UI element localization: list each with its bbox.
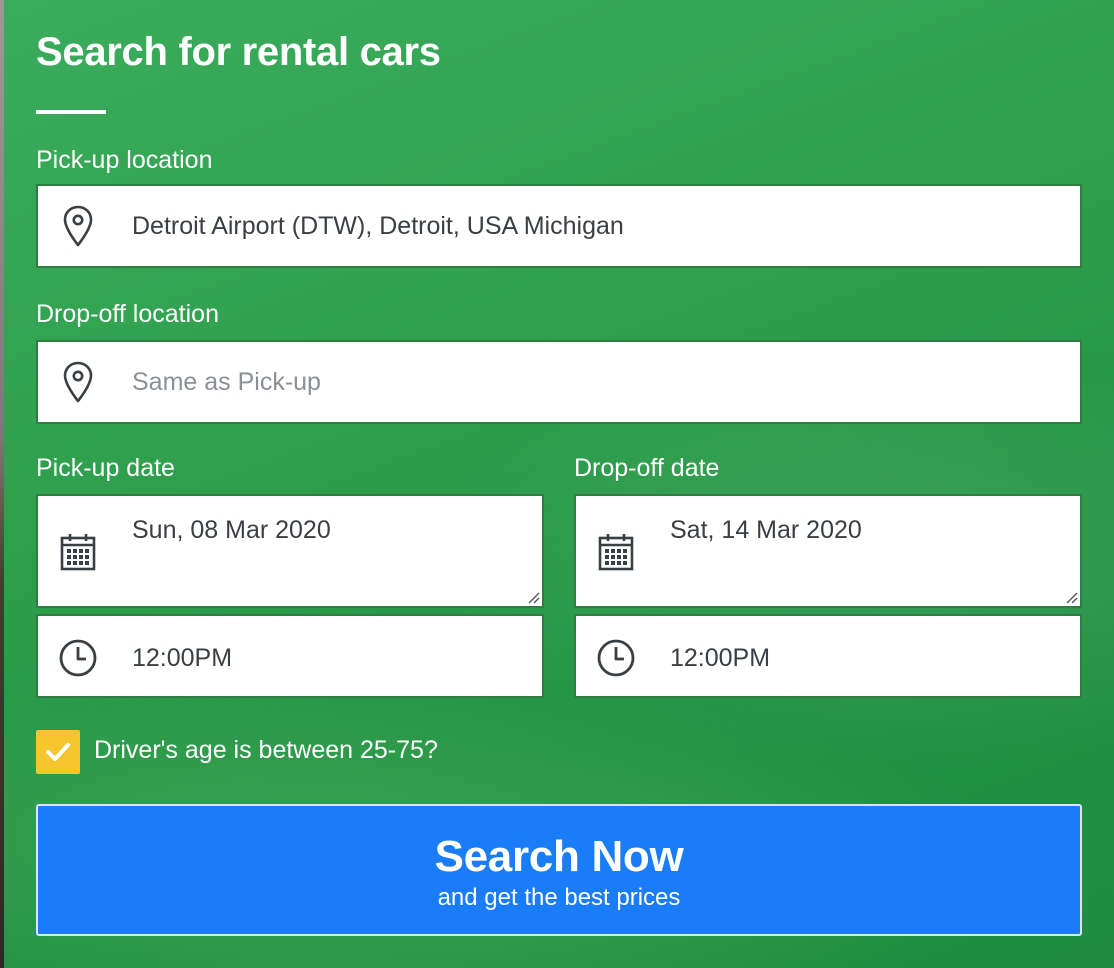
pickup-date-field[interactable]: Sun, 08 Mar 2020 bbox=[36, 494, 544, 608]
dropoff-location-placeholder: Same as Pick-up bbox=[132, 368, 321, 396]
pickup-date-label: Pick-up date bbox=[36, 454, 175, 482]
search-now-button[interactable]: Search Now and get the best prices bbox=[36, 804, 1082, 936]
checkmark-icon bbox=[45, 741, 71, 763]
map-pin-icon bbox=[58, 204, 98, 248]
dropoff-date-value: Sat, 14 Mar 2020 bbox=[670, 516, 862, 544]
search-button-label: Search Now bbox=[434, 832, 684, 881]
pickup-date-value: Sun, 08 Mar 2020 bbox=[132, 516, 331, 544]
search-button-sublabel: and get the best prices bbox=[437, 884, 681, 911]
pickup-location-label: Pick-up location bbox=[36, 146, 213, 174]
calendar-icon bbox=[596, 530, 636, 574]
dropoff-time-field[interactable]: 12:00PM bbox=[574, 614, 1082, 698]
pickup-time-value: 12:00PM bbox=[132, 644, 233, 672]
page-title: Search for rental cars bbox=[36, 30, 441, 74]
left-edge-strip bbox=[0, 0, 4, 968]
dropoff-time-value: 12:00PM bbox=[670, 644, 771, 672]
dropoff-location-label: Drop-off location bbox=[36, 300, 219, 328]
dropoff-date-label: Drop-off date bbox=[574, 454, 720, 482]
pickup-time-field[interactable]: 12:00PM bbox=[36, 614, 544, 698]
clock-icon bbox=[58, 636, 98, 680]
map-pin-icon bbox=[58, 360, 98, 404]
title-underline bbox=[36, 110, 106, 114]
dropoff-date-field[interactable]: Sat, 14 Mar 2020 bbox=[574, 494, 1082, 608]
pickup-location-field[interactable]: Detroit Airport (DTW), Detroit, USA Mich… bbox=[36, 184, 1082, 268]
pickup-location-value: Detroit Airport (DTW), Detroit, USA Mich… bbox=[132, 212, 624, 240]
dropoff-location-field[interactable]: Same as Pick-up bbox=[36, 340, 1082, 424]
clock-icon bbox=[596, 636, 636, 680]
driver-age-label[interactable]: Driver's age is between 25-75? bbox=[94, 736, 438, 765]
resize-grip-icon[interactable] bbox=[1064, 590, 1078, 604]
calendar-icon bbox=[58, 530, 98, 574]
resize-grip-icon[interactable] bbox=[526, 590, 540, 604]
driver-age-checkbox[interactable] bbox=[36, 730, 80, 774]
